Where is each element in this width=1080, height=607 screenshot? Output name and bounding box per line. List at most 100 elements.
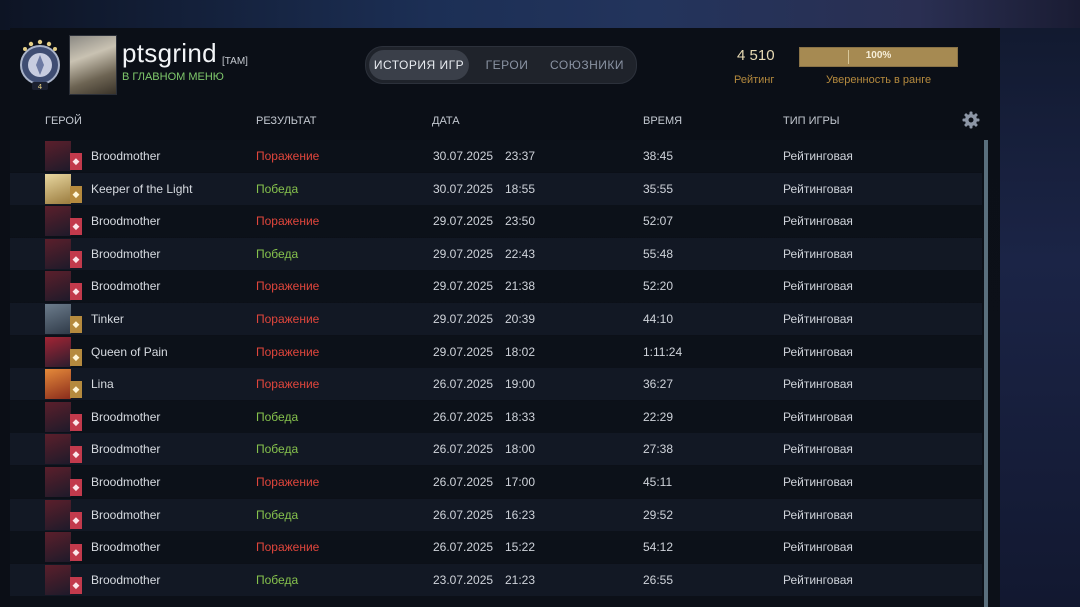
hero-name: Broodmother <box>91 246 161 261</box>
queen-of-pain-portrait <box>45 336 71 367</box>
tab-heroes[interactable]: ГЕРОИ <box>474 50 540 80</box>
table-row[interactable]: ◆ Broodmother Победа 26.07.2025 16:23 29:52 Ре… <box>10 498 982 531</box>
universal-attr-icon: ◆ <box>70 218 82 236</box>
universal-attr-icon: ◆ <box>70 511 82 529</box>
player-avatar[interactable] <box>69 35 117 95</box>
game-type: Рейтинговая <box>783 279 853 294</box>
match-date: 30.07.2025 <box>433 181 494 196</box>
result-win: Победа <box>256 246 299 261</box>
tab-match-history[interactable]: ИСТОРИЯ ИГР <box>369 50 469 80</box>
table-row[interactable]: ◆ Broodmother Поражение 26.07.2025 15:22 54:1… <box>10 531 982 564</box>
game-type: Рейтинговая <box>783 344 853 359</box>
universal-attr-icon: ◆ <box>70 479 82 496</box>
hero-name: Broodmother <box>91 540 161 555</box>
match-time: 18:00 <box>505 442 536 457</box>
side-background <box>1000 28 1080 607</box>
table-row[interactable]: ◆ Lina Поражение 26.07.2025 19:00 36:27 Рейтин… <box>10 368 982 401</box>
table-row[interactable]: ◆ Broodmother Победа 29.07.2025 22:43 55:48 Ре… <box>10 237 982 270</box>
table-row[interactable]: ◆ Broodmother Победа 23.07.2025 21:23 26:55 Ре… <box>10 563 982 596</box>
table-row[interactable]: ◆ Broodmother Поражение 30.07.2025 23:37 38:4… <box>10 140 982 172</box>
match-duration: 27:38 <box>643 442 674 457</box>
game-type: Рейтинговая <box>783 149 853 163</box>
game-type: Рейтинговая <box>783 377 853 392</box>
match-duration: 45:11 <box>643 475 673 489</box>
keeper-of-the-light-portrait <box>45 173 71 204</box>
table-row[interactable]: ◆ Broodmother Победа 26.07.2025 18:33 22:29 Ре… <box>10 400 982 433</box>
result-win: Победа <box>256 181 299 196</box>
result-win: Победа <box>256 507 299 522</box>
universal-attr-icon: ◆ <box>70 544 82 562</box>
table-row[interactable]: ◆ Broodmother Поражение 29.07.2025 23:50 52:0… <box>10 205 982 238</box>
hero-name: Broodmother <box>91 507 161 522</box>
broodmother-portrait <box>45 238 71 269</box>
intelligence-attr-icon: ◆ <box>70 348 82 366</box>
tab-allies[interactable]: СОЮЗНИКИ <box>544 50 630 80</box>
hero-name: Broodmother <box>91 572 161 587</box>
match-duration: 54:12 <box>643 540 674 555</box>
column-header-game-type[interactable]: ТИП ИГРЫ <box>783 115 840 127</box>
game-type: Рейтинговая <box>783 507 853 522</box>
universal-attr-icon: ◆ <box>70 576 82 594</box>
game-type: Рейтинговая <box>783 246 853 261</box>
result-loss: Поражение <box>256 475 320 489</box>
match-duration: 26:55 <box>643 572 674 587</box>
column-header-duration[interactable]: ВРЕМЯ <box>643 115 682 127</box>
match-date: 29.07.2025 <box>433 344 494 359</box>
match-time: 18:33 <box>505 409 536 424</box>
match-duration: 52:07 <box>643 214 674 229</box>
hero-name: Broodmother <box>91 214 161 229</box>
match-duration: 35:55 <box>643 181 674 196</box>
hero-name: Keeper of the Light <box>91 181 193 196</box>
match-date: 29.07.2025 <box>433 279 494 294</box>
result-loss: Поражение <box>256 377 320 392</box>
gear-icon[interactable] <box>962 111 980 129</box>
hero-name: Broodmother <box>91 279 161 294</box>
intelligence-attr-icon: ◆ <box>70 381 82 399</box>
player-name[interactable]: ptsgrind <box>122 38 217 69</box>
match-duration: 44:10 <box>643 312 674 326</box>
lina-portrait <box>45 369 71 400</box>
match-date: 26.07.2025 <box>433 507 494 522</box>
rank-confidence-value: 100% <box>865 50 892 61</box>
game-type: Рейтинговая <box>783 475 853 489</box>
match-duration: 22:29 <box>643 409 674 424</box>
match-time: 23:50 <box>505 214 536 229</box>
result-loss: Поражение <box>256 214 320 229</box>
table-row[interactable]: ◆ Queen of Pain Поражение 29.07.2025 18:02 1:… <box>10 335 982 368</box>
rank-confidence-bar: 100% <box>799 47 958 67</box>
column-header-date[interactable]: ДАТА <box>432 115 460 127</box>
match-date: 26.07.2025 <box>433 442 494 457</box>
game-type: Рейтинговая <box>783 312 853 326</box>
match-time: 20:39 <box>505 312 536 326</box>
game-type: Рейтинговая <box>783 214 853 229</box>
hero-name: Broodmother <box>91 475 161 489</box>
game-type: Рейтинговая <box>783 540 853 555</box>
game-type: Рейтинговая <box>783 181 853 196</box>
hero-name: Broodmother <box>91 409 161 424</box>
hero-name: Lina <box>91 377 114 392</box>
rank-number: 4 <box>38 83 43 91</box>
player-status: В ГЛАВНОМ МЕНЮ <box>122 71 224 83</box>
column-header-hero[interactable]: ГЕРОЙ <box>45 115 82 127</box>
column-header-result[interactable]: РЕЗУЛЬТАТ <box>256 115 316 127</box>
broodmother-portrait <box>45 401 71 432</box>
profile-tabs: ИСТОРИЯ ИГР ГЕРОИ СОЮЗНИКИ <box>365 46 637 84</box>
table-row[interactable]: ◆ Keeper of the Light Победа 30.07.2025 18:5… <box>10 172 982 205</box>
table-row[interactable]: ◆ Tinker Поражение 29.07.2025 20:39 44:10 Рейт… <box>10 303 982 335</box>
universal-attr-icon: ◆ <box>70 250 82 268</box>
match-date: 23.07.2025 <box>433 572 494 587</box>
result-loss: Поражение <box>256 149 320 163</box>
match-date: 29.07.2025 <box>433 214 494 229</box>
match-date: 26.07.2025 <box>433 540 494 555</box>
match-date: 26.07.2025 <box>433 377 494 392</box>
hero-name: Queen of Pain <box>91 344 168 359</box>
scrollbar[interactable] <box>984 140 988 607</box>
table-row[interactable]: ◆ Broodmother Поражение 26.07.2025 17:00 45:1… <box>10 466 982 498</box>
match-date: 26.07.2025 <box>433 475 494 489</box>
match-duration: 29:52 <box>643 507 674 522</box>
table-row[interactable]: ◆ Broodmother Поражение 29.07.2025 21:38 52:2… <box>10 270 982 303</box>
table-row[interactable]: ◆ Broodmother Победа 26.07.2025 18:00 27:38 Ре… <box>10 433 982 466</box>
hero-name: Broodmother <box>91 442 161 457</box>
match-time: 18:55 <box>505 181 536 196</box>
match-time: 23:37 <box>505 149 536 163</box>
